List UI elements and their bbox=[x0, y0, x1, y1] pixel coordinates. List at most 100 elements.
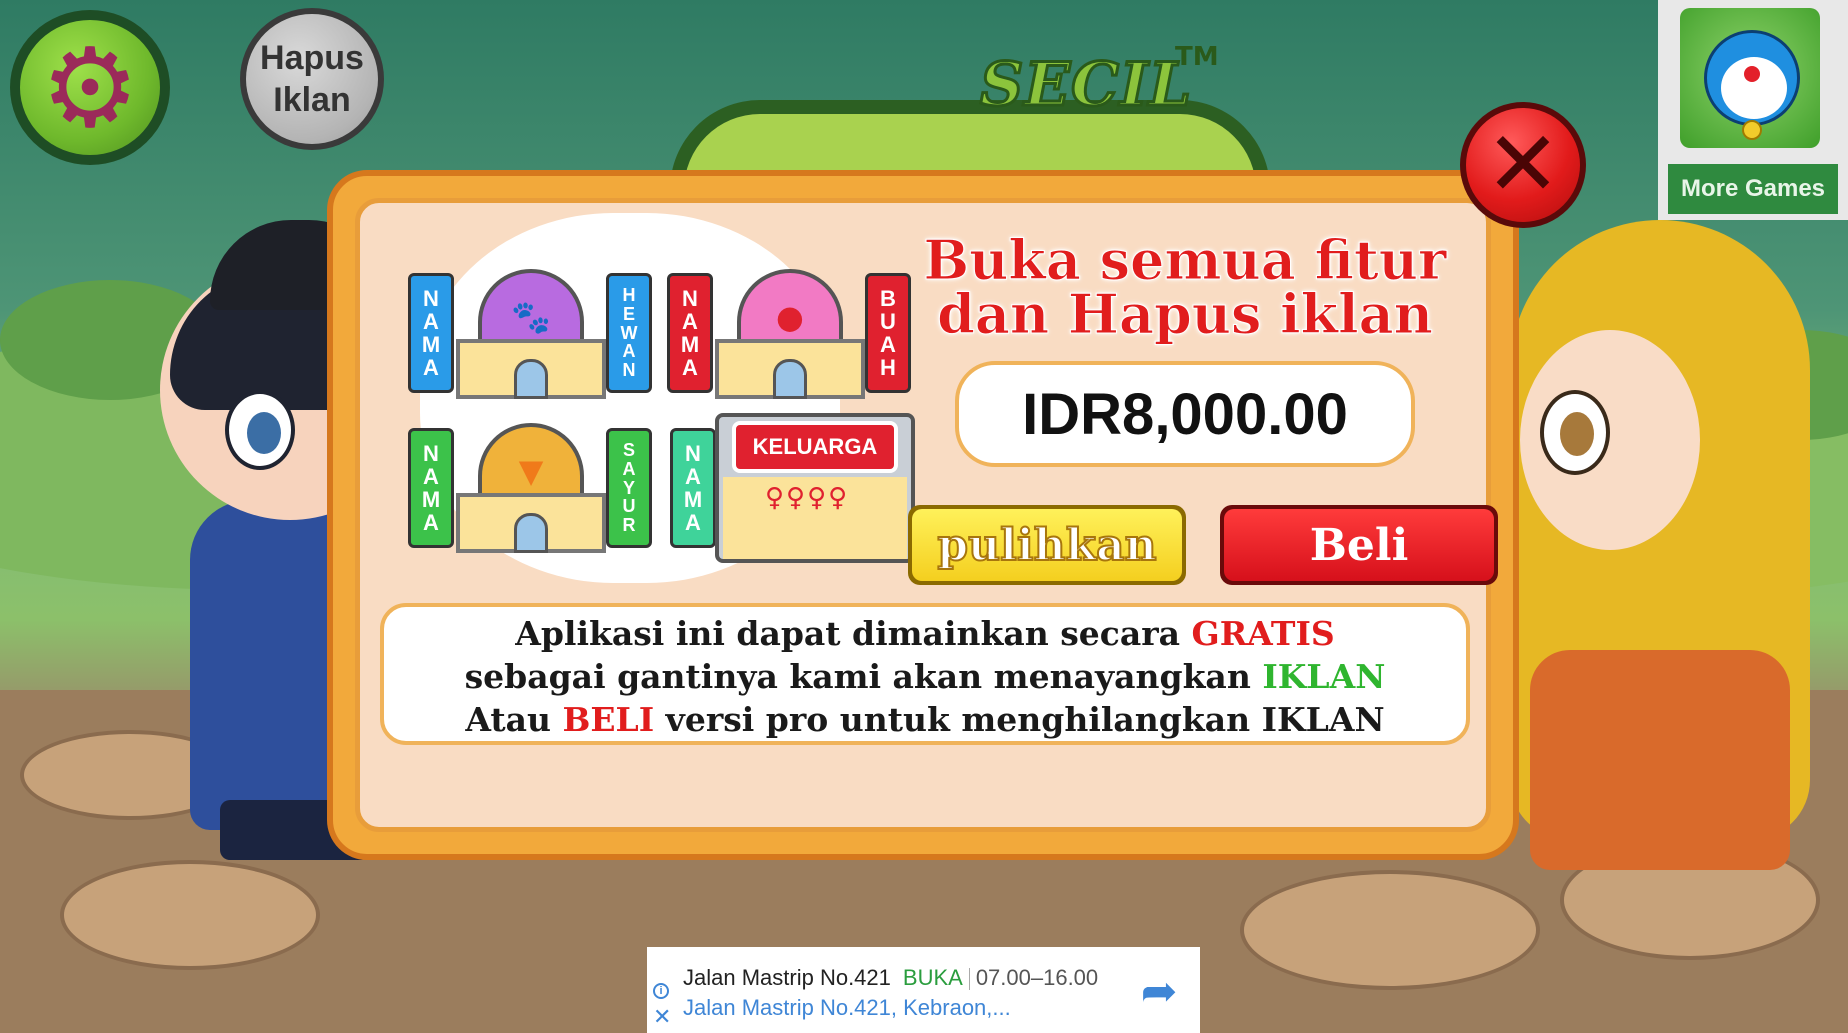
tag-nama-hewan-left: NAMA bbox=[408, 273, 454, 393]
tag-text: R bbox=[622, 515, 636, 536]
tag-text: N bbox=[423, 440, 439, 466]
info-line1: Aplikasi ini dapat dimainkan secara GRAT… bbox=[384, 613, 1466, 656]
close-dialog-button[interactable]: ✕ bbox=[1460, 102, 1586, 228]
info-text: Aplikasi ini dapat dimainkan secara bbox=[515, 614, 1192, 653]
headline-line1: Buka semua fitur bbox=[923, 228, 1447, 292]
apple-icon: ● bbox=[776, 298, 804, 336]
tag-text: M bbox=[421, 332, 441, 357]
game-title-logo: SECIL TM bbox=[670, 40, 1290, 210]
info-highlight-beli: BELI bbox=[562, 699, 655, 739]
gear-icon: ⚙ bbox=[40, 23, 140, 152]
paw-icon: 🐾 bbox=[511, 298, 551, 336]
tag-text: A bbox=[423, 308, 439, 334]
boy-eye bbox=[225, 390, 295, 470]
tag-text: A bbox=[880, 332, 896, 357]
tag-text: Y bbox=[622, 477, 635, 498]
tag-text: E bbox=[622, 303, 635, 324]
feature-illustration: NAMA 🐾 HEWAN NAMA ● BUAH N A M A ▼ S A Y… bbox=[360, 203, 915, 603]
house-hewan: 🐾 bbox=[456, 269, 606, 399]
close-button-face: ✕ bbox=[1466, 108, 1580, 222]
price-label: IDR8,000.00 bbox=[955, 361, 1415, 467]
girl-eye bbox=[1540, 390, 1610, 475]
tag-text: U bbox=[622, 496, 636, 517]
close-icon[interactable]: ✕ bbox=[653, 1006, 671, 1028]
house-sayur: ▼ bbox=[456, 423, 606, 553]
tag-text: A bbox=[622, 458, 636, 479]
buy-button-label: Beli bbox=[1224, 509, 1494, 581]
info-text: Atau bbox=[465, 699, 563, 739]
tag-text: N bbox=[685, 440, 701, 466]
tag-text: A bbox=[423, 463, 439, 489]
info-text: versi pro untuk menghilangkan IKLAN bbox=[654, 699, 1385, 739]
title-secil: SECIL bbox=[978, 49, 1193, 122]
tag-text: A bbox=[423, 355, 439, 381]
tag-text: N bbox=[682, 285, 698, 311]
keluarga-sign: KELUARGA bbox=[732, 421, 898, 473]
ad-banner[interactable]: i ✕ Jalan Mastrip No.421 BUKA 07.00–16.00 … bbox=[647, 947, 1200, 1033]
more-games-button[interactable]: More Games bbox=[1668, 164, 1838, 214]
settings-button[interactable]: ⚙ bbox=[10, 10, 170, 165]
tag-nama-keluarga: NAMA bbox=[670, 428, 716, 548]
hapus-iklan-button[interactable]: Hapus Iklan bbox=[240, 8, 384, 150]
house-keluarga: KELUARGA ♀♀♀♀ bbox=[715, 413, 915, 563]
tag-nama-sayur-left: NAMA bbox=[408, 428, 454, 548]
tag-hewan: HEWAN bbox=[606, 273, 652, 393]
tag-text: A bbox=[685, 510, 701, 536]
tag-text: A bbox=[682, 308, 698, 334]
tag-text: M bbox=[683, 487, 703, 512]
hapus-iklan-button-face: Hapus Iklan bbox=[246, 14, 378, 144]
tag-text: A bbox=[622, 341, 636, 362]
house-door bbox=[514, 359, 548, 399]
info-line3: Atau BELI versi pro untuk menghilangkan … bbox=[384, 699, 1466, 742]
tag-text: N bbox=[423, 285, 439, 311]
settings-button-face: ⚙ bbox=[20, 20, 160, 155]
tag-text: W bbox=[620, 322, 638, 343]
stone bbox=[1240, 870, 1540, 990]
girl-character bbox=[1500, 190, 1810, 870]
tag-text: A bbox=[423, 510, 439, 536]
info-icon[interactable]: i bbox=[653, 983, 669, 999]
ad-title: Jalan Mastrip No.421 bbox=[683, 965, 891, 990]
directions-icon[interactable]: ➦ bbox=[1134, 967, 1184, 1017]
purchase-dialog: NAMA 🐾 HEWAN NAMA ● BUAH N A M A ▼ S A Y… bbox=[327, 170, 1519, 860]
girl-dress bbox=[1530, 650, 1790, 870]
tag-text: H bbox=[622, 284, 636, 305]
tag-text: A bbox=[685, 463, 701, 489]
tag-text: U bbox=[880, 308, 896, 334]
headline-line2: dan Hapus iklan bbox=[937, 282, 1434, 346]
stone bbox=[60, 860, 320, 970]
buy-button[interactable]: Beli bbox=[1220, 505, 1498, 585]
ad-title-line: Jalan Mastrip No.421 BUKA 07.00–16.00 bbox=[683, 965, 1098, 991]
dialog-headline: Buka semua fitur dan Hapus iklan bbox=[905, 228, 1465, 346]
doraemon-bell bbox=[1742, 120, 1762, 140]
house-buah: ● bbox=[715, 269, 865, 399]
house-door bbox=[773, 359, 807, 399]
ad-address[interactable]: Jalan Mastrip No.421, Kebraon,... bbox=[683, 995, 1011, 1021]
family-icon: ♀♀♀♀ bbox=[765, 483, 850, 513]
house-door bbox=[514, 513, 548, 553]
ad-status: BUKA bbox=[902, 965, 963, 990]
info-highlight-iklan: IKLAN bbox=[1262, 656, 1386, 696]
tag-text: S bbox=[622, 439, 635, 460]
title-trademark: TM bbox=[1175, 42, 1219, 72]
tag-nama-buah-left: NAMA bbox=[667, 273, 713, 393]
tag-text: M bbox=[680, 332, 700, 357]
tag-text: N bbox=[622, 360, 636, 381]
tag-text: B bbox=[880, 285, 896, 311]
restore-button[interactable]: pulihkan bbox=[908, 505, 1186, 585]
more-games-panel[interactable]: More Games bbox=[1658, 0, 1848, 220]
hapus-iklan-label-line2: Iklan bbox=[273, 81, 351, 119]
info-message: Aplikasi ini dapat dimainkan secara GRAT… bbox=[380, 603, 1470, 745]
doraemon-nose bbox=[1744, 66, 1760, 82]
purchase-dialog-body: NAMA 🐾 HEWAN NAMA ● BUAH N A M A ▼ S A Y… bbox=[355, 198, 1498, 832]
tag-text: A bbox=[682, 355, 698, 381]
info-highlight-gratis: GRATIS bbox=[1191, 614, 1335, 653]
hapus-iklan-label-line1: Hapus bbox=[260, 38, 364, 77]
ad-hours: 07.00–16.00 bbox=[975, 965, 1099, 990]
tag-sayur: SAYUR bbox=[606, 428, 652, 548]
ad-separator bbox=[968, 968, 970, 991]
carrot-icon: ▼ bbox=[518, 452, 544, 490]
info-text: sebagai gantinya kami akan menayangkan bbox=[464, 656, 1263, 696]
doraemon-icon[interactable] bbox=[1680, 8, 1820, 148]
close-icon: ✕ bbox=[1485, 112, 1561, 217]
